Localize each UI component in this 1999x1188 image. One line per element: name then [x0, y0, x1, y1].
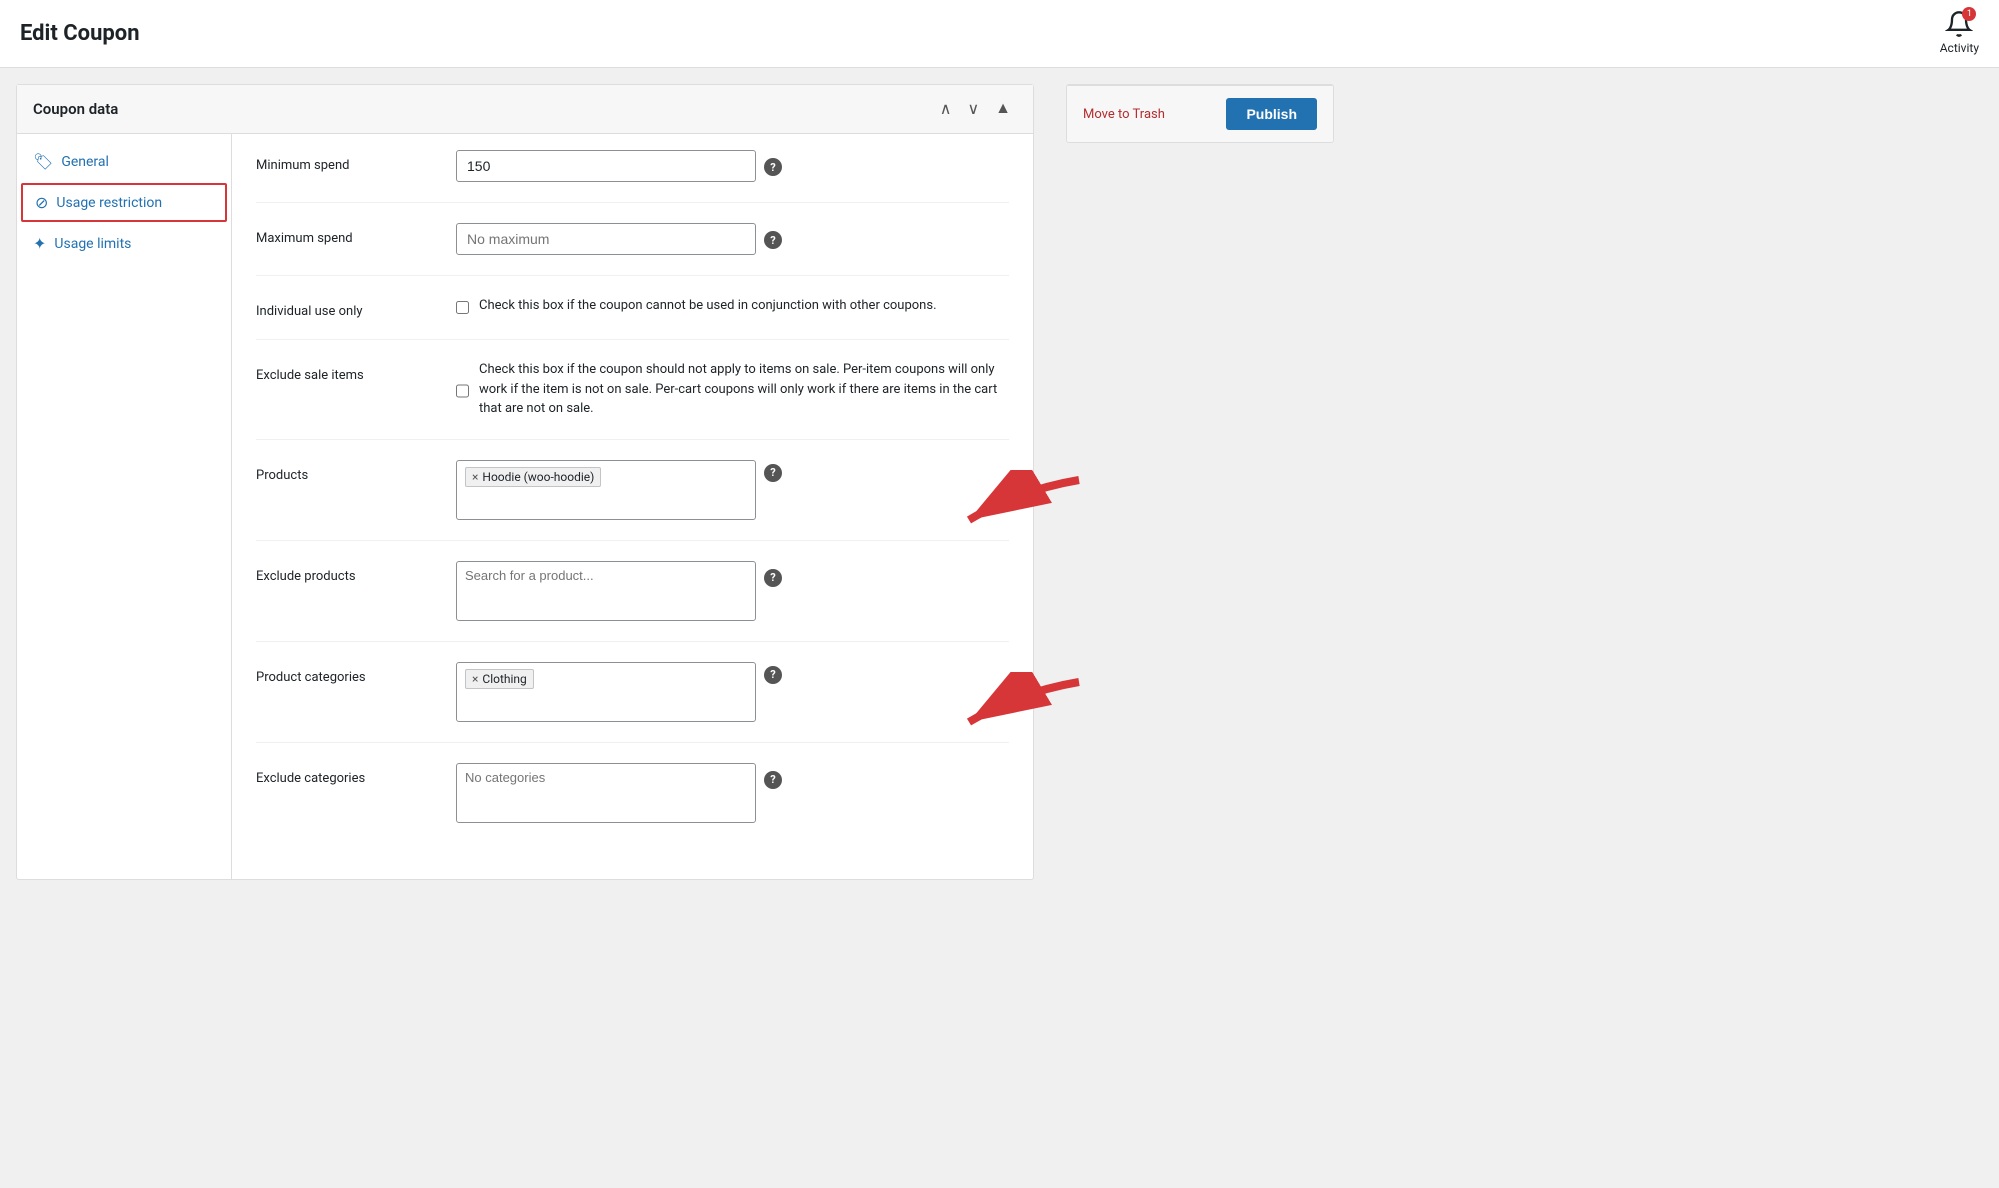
category-tag-clothing: × Clothing: [465, 669, 534, 689]
panel-collapse-up-button[interactable]: ∧: [934, 97, 958, 121]
activity-icon: 1: [1945, 10, 1973, 38]
individual-use-checkbox[interactable]: [456, 299, 469, 316]
product-categories-tag-input[interactable]: × Clothing: [456, 662, 756, 722]
individual-use-description: Check this box if the coupon cannot be u…: [479, 296, 937, 316]
exclude-products-row: Exclude products ?: [256, 561, 1009, 642]
main-layout: Coupon data ∧ ∨ ▲ 🏷 General ⊘ Usage: [0, 68, 1999, 1188]
top-header: Edit Coupon 1 Activity: [0, 0, 1999, 68]
panel-minimize-button[interactable]: ▲: [989, 97, 1017, 121]
exclude-products-label: Exclude products: [256, 561, 456, 584]
products-field: × Hoodie (woo-hoodie) ?: [456, 460, 1009, 520]
products-label: Products: [256, 460, 456, 483]
exclude-categories-label: Exclude categories: [256, 763, 456, 786]
maximum-spend-field: ?: [456, 223, 1009, 255]
coupon-panel: Coupon data ∧ ∨ ▲ 🏷 General ⊘ Usage: [16, 84, 1034, 880]
panel-nav: 🏷 General ⊘ Usage restriction ✦ Usage li…: [17, 134, 232, 879]
product-tag-hoodie-label: Hoodie (woo-hoodie): [482, 470, 594, 484]
categories-tag-list: × Clothing: [465, 669, 747, 689]
product-categories-help[interactable]: ?: [764, 666, 782, 684]
usage-restriction-icon: ⊘: [35, 193, 48, 212]
nav-item-usage-restriction[interactable]: ⊘ Usage restriction: [21, 183, 227, 222]
right-sidebar: Move to Trash Publish: [1050, 68, 1350, 1188]
panel-collapse-down-button[interactable]: ∨: [961, 97, 985, 121]
panel-controls: ∧ ∨ ▲: [934, 97, 1017, 121]
product-categories-field: × Clothing ?: [456, 662, 1009, 722]
move-to-trash-link[interactable]: Move to Trash: [1083, 107, 1165, 122]
coupon-panel-title: Coupon data: [33, 100, 118, 118]
products-help[interactable]: ?: [764, 464, 782, 482]
publish-button[interactable]: Publish: [1226, 98, 1317, 130]
products-row: Products × Hoodie (woo-hoodie): [256, 460, 1009, 541]
products-search-input[interactable]: [465, 491, 747, 506]
product-tag-hoodie: × Hoodie (woo-hoodie): [465, 467, 601, 487]
individual-use-label: Individual use only: [256, 296, 456, 319]
content-area: Coupon data ∧ ∨ ▲ 🏷 General ⊘ Usage: [0, 68, 1050, 1188]
exclude-categories-search-input[interactable]: [465, 770, 747, 785]
panel-content: Minimum spend ? Maximum spend ?: [232, 134, 1033, 879]
maximum-spend-help[interactable]: ?: [764, 231, 782, 249]
exclude-products-tag-input[interactable]: [456, 561, 756, 621]
products-tag-list: × Hoodie (woo-hoodie): [465, 467, 747, 487]
categories-search-input[interactable]: [465, 693, 747, 708]
exclude-sale-label: Exclude sale items: [256, 360, 456, 383]
individual-use-row: Individual use only Check this box if th…: [256, 296, 1009, 340]
nav-label-usage-limits: Usage limits: [54, 236, 131, 252]
nav-label-general: General: [61, 154, 109, 170]
products-tag-input[interactable]: × Hoodie (woo-hoodie): [456, 460, 756, 520]
panel-content-wrapper: Minimum spend ? Maximum spend ?: [232, 134, 1033, 879]
category-tag-clothing-remove[interactable]: ×: [472, 673, 478, 685]
minimum-spend-input[interactable]: [456, 150, 756, 182]
exclude-categories-row: Exclude categories ?: [256, 763, 1009, 843]
general-icon: 🏷: [33, 152, 53, 171]
exclude-products-search-input[interactable]: [465, 568, 747, 583]
exclude-categories-field: ?: [456, 763, 1009, 823]
exclude-sale-checkbox[interactable]: [456, 363, 469, 419]
nav-item-general[interactable]: 🏷 General: [17, 142, 231, 181]
exclude-categories-tag-input[interactable]: [456, 763, 756, 823]
product-categories-row: Product categories × Clothing: [256, 662, 1009, 743]
coupon-panel-header: Coupon data ∧ ∨ ▲: [17, 85, 1033, 134]
product-tag-hoodie-remove[interactable]: ×: [472, 471, 478, 483]
category-tag-clothing-label: Clothing: [482, 672, 526, 686]
exclude-sale-row: Exclude sale items Check this box if the…: [256, 360, 1009, 440]
exclude-categories-help[interactable]: ?: [764, 771, 782, 789]
maximum-spend-label: Maximum spend: [256, 223, 456, 246]
exclude-products-field: ?: [456, 561, 1009, 621]
activity-notification-badge: 1: [1962, 7, 1976, 21]
exclude-sale-description: Check this box if the coupon should not …: [479, 360, 1009, 419]
minimum-spend-help[interactable]: ?: [764, 158, 782, 176]
page-title: Edit Coupon: [20, 21, 140, 46]
activity-label: Activity: [1940, 41, 1979, 55]
sidebar-actions: Move to Trash Publish: [1066, 84, 1334, 143]
nav-label-usage-restriction: Usage restriction: [56, 195, 162, 211]
usage-limits-icon: ✦: [33, 234, 46, 253]
exclude-products-help[interactable]: ?: [764, 569, 782, 587]
minimum-spend-field: ?: [456, 150, 1009, 182]
minimum-spend-row: Minimum spend ?: [256, 150, 1009, 203]
maximum-spend-input[interactable]: [456, 223, 756, 255]
minimum-spend-label: Minimum spend: [256, 150, 456, 173]
product-categories-label: Product categories: [256, 662, 456, 685]
maximum-spend-row: Maximum spend ?: [256, 223, 1009, 276]
activity-button[interactable]: 1 Activity: [1940, 10, 1979, 55]
nav-item-usage-limits[interactable]: ✦ Usage limits: [17, 224, 231, 263]
individual-use-field: Check this box if the coupon cannot be u…: [456, 296, 1009, 316]
coupon-panel-body: 🏷 General ⊘ Usage restriction ✦ Usage li…: [17, 134, 1033, 879]
exclude-sale-field: Check this box if the coupon should not …: [456, 360, 1009, 419]
sidebar-actions-footer: Move to Trash Publish: [1067, 85, 1333, 142]
